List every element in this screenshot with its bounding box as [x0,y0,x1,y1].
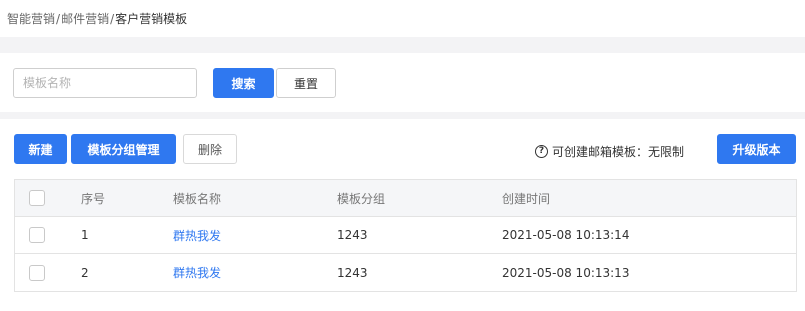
row-group: 1243 [337,265,368,280]
table-row: 1 群热我发 1243 2021-05-08 10:13:14 [15,217,796,254]
breadcrumb-item-marketing[interactable]: 智能营销 [7,10,55,27]
table-row: 2 群热我发 1243 2021-05-08 10:13:13 [15,254,796,291]
question-circle-icon[interactable]: ? [535,145,548,158]
delete-button[interactable]: 删除 [183,134,237,164]
template-name-link[interactable]: 群热我发 [173,227,221,244]
header-index: 序号 [81,191,106,206]
table-header-row: 序号 模板名称 模板分组 创建时间 [15,180,796,217]
row-created: 2021-05-08 10:13:14 [502,228,630,242]
template-table: 序号 模板名称 模板分组 创建时间 1 群热我发 1243 2021-05-08… [14,179,797,292]
search-panel: 搜索 重置 [0,53,805,112]
breadcrumb-separator: / [56,11,61,26]
select-all-checkbox[interactable] [29,190,45,206]
header-name: 模板名称 [173,191,222,206]
search-button[interactable]: 搜索 [213,68,274,98]
row-group: 1243 [337,228,368,242]
template-name-input[interactable] [13,68,197,98]
row-checkbox[interactable] [29,264,45,281]
breadcrumb-item-current: 客户营销模板 [115,12,188,26]
upgrade-button[interactable]: 升级版本 [717,134,796,164]
group-manage-button[interactable]: 模板分组管理 [71,134,176,164]
reset-button[interactable]: 重置 [276,68,336,98]
new-template-button[interactable]: 新建 [14,134,67,164]
header-created: 创建时间 [502,191,551,206]
header-group: 模板分组 [337,191,386,206]
main-panel: 新建 模板分组管理 删除 ? 可创建邮箱模板：无限制 升级版本 序号 模板名称 … [0,119,805,311]
breadcrumb-separator: / [110,11,115,26]
breadcrumb: 智能营销 / 邮件营销 / 客户营销模板 [0,0,805,37]
row-created: 2021-05-08 10:13:13 [502,265,630,280]
row-index: 2 [81,265,89,280]
row-checkbox[interactable] [29,227,45,243]
breadcrumb-item-email[interactable]: 邮件营销 [61,10,109,27]
row-index: 1 [81,228,89,242]
quota-text: 可创建邮箱模板：无限制 [552,145,685,159]
template-name-link[interactable]: 群热我发 [173,264,221,281]
template-quota: ? 可创建邮箱模板：无限制 [535,143,684,160]
